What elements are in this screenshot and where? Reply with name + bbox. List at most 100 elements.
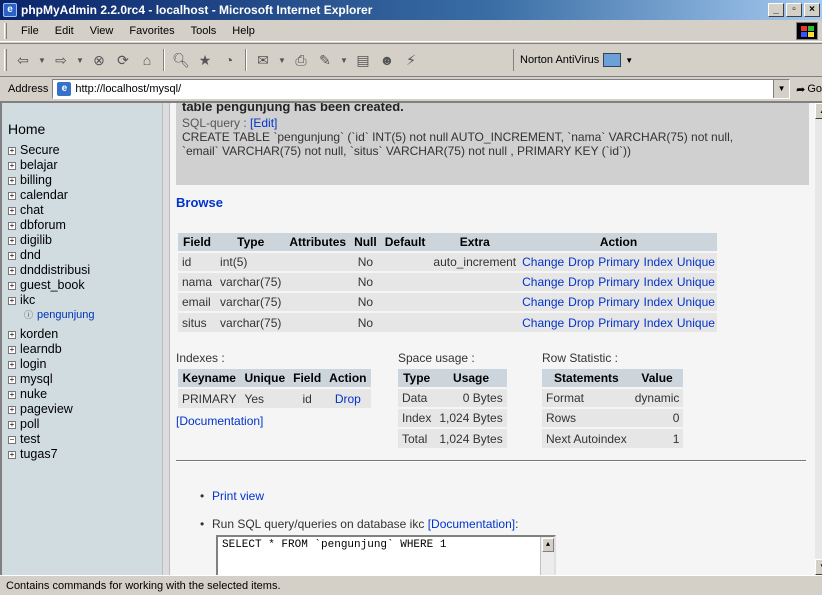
- sidebar-database-item[interactable]: + guest_book: [8, 278, 162, 293]
- expand-icon[interactable]: +: [8, 251, 16, 260]
- sidebar-database-item[interactable]: + dbforum: [8, 218, 162, 233]
- expand-icon[interactable]: +: [8, 330, 16, 339]
- sidebar-database-item[interactable]: + digilib: [8, 233, 162, 248]
- chevron-down-icon[interactable]: ▼: [625, 56, 633, 65]
- scroll-down-icon[interactable]: ▼: [815, 559, 822, 575]
- back-dropdown-icon[interactable]: ▼: [36, 49, 48, 71]
- expand-icon[interactable]: +: [8, 146, 16, 155]
- change-link[interactable]: Change: [520, 311, 567, 332]
- sidebar-database-item[interactable]: + nuke: [8, 387, 162, 402]
- forward-dropdown-icon[interactable]: ▼: [74, 49, 86, 71]
- sidebar-database-item[interactable]: + tugas7: [8, 447, 162, 462]
- sidebar-database-item[interactable]: + Secure: [8, 143, 162, 158]
- edit-icon[interactable]: ✎: [314, 49, 336, 71]
- change-link[interactable]: Change: [520, 271, 567, 292]
- minimize-button[interactable]: _: [768, 3, 784, 17]
- refresh-icon[interactable]: ⟳: [112, 49, 134, 71]
- drop-index-link[interactable]: Drop: [325, 387, 371, 408]
- forward-icon[interactable]: ⇨: [50, 49, 72, 71]
- edit-dropdown-icon[interactable]: ▼: [338, 49, 350, 71]
- indexes-documentation-link[interactable]: [Documentation]: [176, 414, 263, 428]
- browse-link[interactable]: Browse: [176, 195, 223, 210]
- expand-icon[interactable]: +: [8, 360, 16, 369]
- menu-file[interactable]: File: [13, 25, 47, 37]
- index-link[interactable]: Index: [641, 251, 675, 272]
- textarea-scrollbar[interactable]: ▲: [540, 537, 554, 575]
- sidebar-database-item[interactable]: + learndb: [8, 342, 162, 357]
- mail-dropdown-icon[interactable]: ▼: [276, 49, 288, 71]
- menu-view[interactable]: View: [82, 25, 122, 37]
- primary-link[interactable]: Primary: [596, 271, 642, 292]
- vertical-scrollbar[interactable]: ▲ ▼: [815, 103, 822, 575]
- menu-help[interactable]: Help: [224, 25, 263, 37]
- menu-edit[interactable]: Edit: [47, 25, 82, 37]
- back-icon[interactable]: ⇦: [12, 49, 34, 71]
- print-icon[interactable]: ⎙: [290, 49, 312, 71]
- unique-link[interactable]: Unique: [674, 291, 717, 312]
- unique-link[interactable]: Unique: [674, 311, 717, 332]
- expand-icon[interactable]: +: [8, 176, 16, 185]
- sidebar-database-item[interactable]: + korden: [8, 327, 162, 342]
- sidebar-database-item[interactable]: + billing: [8, 173, 162, 188]
- sidebar-database-item[interactable]: + chat: [8, 203, 162, 218]
- expand-icon[interactable]: +: [8, 206, 16, 215]
- expand-icon[interactable]: +: [8, 236, 16, 245]
- lightning-icon[interactable]: ⚡︎: [400, 49, 422, 71]
- print-view-link[interactable]: Print view: [212, 489, 264, 503]
- index-link[interactable]: Index: [641, 271, 675, 292]
- history-icon[interactable]: ◔: [218, 49, 240, 71]
- expand-icon[interactable]: +: [8, 221, 16, 230]
- sidebar-database-item[interactable]: + dnddistribusi: [8, 263, 162, 278]
- sidebar-database-item[interactable]: + poll: [8, 417, 162, 432]
- expand-icon[interactable]: +: [8, 161, 16, 170]
- favorites-icon[interactable]: ★: [194, 49, 216, 71]
- edit-link[interactable]: [Edit]: [250, 116, 277, 130]
- toolbar-grip[interactable]: [4, 22, 7, 39]
- expand-icon[interactable]: +: [8, 450, 16, 459]
- index-link[interactable]: Index: [641, 311, 675, 332]
- discuss-icon[interactable]: ▤: [352, 49, 374, 71]
- messenger-icon[interactable]: ☻: [376, 49, 398, 71]
- sidebar-database-item[interactable]: + dnd: [8, 248, 162, 263]
- address-input[interactable]: e http://localhost/mysql/ ▼: [52, 79, 791, 99]
- address-dropdown-icon[interactable]: ▼: [773, 80, 790, 98]
- expand-icon[interactable]: +: [8, 296, 16, 305]
- drop-link[interactable]: Drop: [566, 271, 597, 292]
- maximize-button[interactable]: ▫: [786, 3, 802, 17]
- sidebar-database-item[interactable]: + login: [8, 357, 162, 372]
- mail-icon[interactable]: ✉: [252, 49, 274, 71]
- sidebar-database-item[interactable]: + belajar: [8, 158, 162, 173]
- scroll-up-icon[interactable]: ▲: [815, 103, 822, 119]
- menu-tools[interactable]: Tools: [183, 25, 225, 37]
- sql-query-textarea[interactable]: SELECT * FROM `pengunjung` WHERE 1 ▲: [216, 535, 556, 575]
- sidebar-database-item[interactable]: − test: [8, 432, 162, 447]
- table-pengunjung[interactable]: ⓘ pengunjung: [24, 308, 162, 323]
- norton-toolbar[interactable]: Norton AntiVirus ▼: [513, 49, 633, 71]
- close-button[interactable]: ×: [804, 3, 820, 17]
- go-button[interactable]: ➦ Go: [796, 83, 822, 96]
- expand-icon[interactable]: +: [8, 266, 16, 275]
- sidebar-database-item[interactable]: + mysql: [8, 372, 162, 387]
- primary-link[interactable]: Primary: [596, 311, 642, 332]
- unique-link[interactable]: Unique: [674, 271, 717, 292]
- drop-link[interactable]: Drop: [566, 311, 597, 332]
- expand-icon[interactable]: +: [8, 390, 16, 399]
- search-icon[interactable]: 🔍︎: [170, 49, 192, 71]
- toolbar-grip[interactable]: [4, 49, 7, 71]
- expand-icon[interactable]: +: [8, 345, 16, 354]
- expand-icon[interactable]: +: [8, 405, 16, 414]
- change-link[interactable]: Change: [520, 291, 567, 312]
- sidebar-database-item[interactable]: + pageview: [8, 402, 162, 417]
- sidebar-database-item[interactable]: + ikc: [8, 293, 162, 308]
- expand-icon[interactable]: +: [8, 375, 16, 384]
- scroll-up-icon[interactable]: ▲: [542, 538, 554, 552]
- collapse-icon[interactable]: −: [8, 435, 16, 444]
- unique-link[interactable]: Unique: [674, 251, 717, 272]
- expand-icon[interactable]: +: [8, 191, 16, 200]
- index-link[interactable]: Index: [641, 291, 675, 312]
- home-icon[interactable]: ⌂: [136, 49, 158, 71]
- change-link[interactable]: Change: [520, 251, 567, 272]
- stop-icon[interactable]: ⊗: [88, 49, 110, 71]
- primary-link[interactable]: Primary: [596, 251, 642, 272]
- primary-link[interactable]: Primary: [596, 291, 642, 312]
